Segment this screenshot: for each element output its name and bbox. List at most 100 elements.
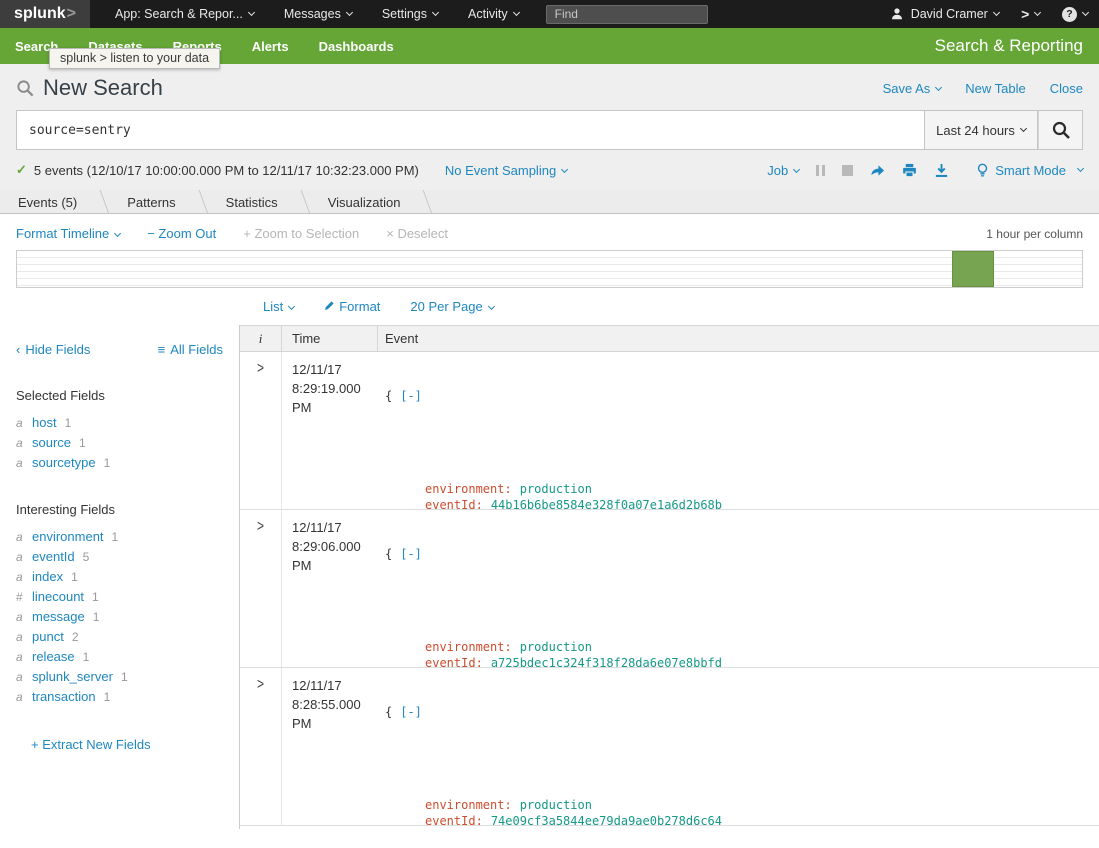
all-fields-button[interactable]: ≡All Fields xyxy=(158,342,223,357)
field-name-link[interactable]: source xyxy=(32,433,71,453)
app-nav-item[interactable]: Dashboards xyxy=(304,28,409,64)
expand-event-icon[interactable]: > xyxy=(257,360,264,376)
top-menu-item[interactable]: Activity xyxy=(453,0,534,28)
expand-event-icon[interactable]: > xyxy=(257,676,264,692)
collapse-json-link[interactable]: [-] xyxy=(400,389,422,403)
field-count: 1 xyxy=(71,567,78,587)
fields-group-title: Interesting Fields xyxy=(16,500,223,520)
interesting-fields-group: Interesting Fields a environment 1 a eve… xyxy=(16,500,223,707)
result-tab[interactable]: Events (5) xyxy=(0,190,109,214)
field-name-link[interactable]: linecount xyxy=(32,587,84,607)
zoom-to-selection-button[interactable]: + Zoom to Selection xyxy=(243,226,359,241)
pencil-icon xyxy=(324,300,335,311)
format-results-menu[interactable]: Format xyxy=(324,299,380,314)
result-tab[interactable]: Statistics xyxy=(208,190,310,214)
user-menu[interactable]: David Cramer xyxy=(879,0,1010,28)
event-cell: {[-] environmentproductioneventId44b16b6… xyxy=(378,352,1099,509)
list-view-menu[interactable]: List xyxy=(263,299,294,314)
stop-job-icon[interactable] xyxy=(842,165,853,176)
hide-fields-button[interactable]: ‹Hide Fields xyxy=(16,342,90,357)
time-range-picker[interactable]: Last 24 hours xyxy=(925,110,1038,150)
field-name-link[interactable]: punct xyxy=(32,627,64,647)
pause-job-icon[interactable] xyxy=(816,165,825,176)
field-name-link[interactable]: transaction xyxy=(32,687,96,707)
field-item: a environment 1 xyxy=(16,527,223,547)
person-icon xyxy=(890,7,904,21)
chevron-down-icon xyxy=(488,303,495,310)
field-name-link[interactable]: sourcetype xyxy=(32,453,96,473)
field-count: 1 xyxy=(121,667,128,687)
per-page-menu[interactable]: 20 Per Page xyxy=(410,299,493,314)
field-type-icon: a xyxy=(16,547,32,567)
field-name-link[interactable]: index xyxy=(32,567,63,587)
new-table-button[interactable]: New Table xyxy=(965,81,1025,96)
field-type-icon: a xyxy=(16,607,32,627)
field-type-icon: a xyxy=(16,687,32,707)
share-icon[interactable] xyxy=(870,163,885,178)
result-tabs: Events (5)PatternsStatisticsVisualizatio… xyxy=(0,190,1099,214)
top-menu-item[interactable]: Settings xyxy=(367,0,453,28)
field-count: 1 xyxy=(112,527,119,547)
chevron-down-icon xyxy=(935,84,942,91)
result-tab[interactable]: Visualization xyxy=(310,190,433,214)
print-icon[interactable] xyxy=(902,163,917,178)
field-name-link[interactable]: host xyxy=(32,413,57,433)
run-search-button[interactable] xyxy=(1038,110,1083,150)
event-time: 12/11/17 8:29:06.000 PM xyxy=(282,510,378,667)
save-as-button[interactable]: Save As xyxy=(883,81,942,96)
help-menu[interactable]: ? xyxy=(1051,0,1099,28)
app-nav-item[interactable]: Alerts xyxy=(237,28,304,64)
field-item: # linecount 1 xyxy=(16,587,223,607)
timeline-histogram[interactable] xyxy=(16,250,1083,288)
help-icon: ? xyxy=(1062,7,1077,22)
events-table-body: > 12/11/17 8:29:19.000 PM {[-] environme… xyxy=(240,352,1099,826)
find-input[interactable] xyxy=(546,5,708,24)
splunk-logo-text: splunk xyxy=(14,5,66,23)
collapse-json-link[interactable]: [-] xyxy=(400,547,422,561)
field-count: 5 xyxy=(83,547,90,567)
close-button[interactable]: Close xyxy=(1050,81,1083,96)
field-name-link[interactable]: environment xyxy=(32,527,104,547)
event-timestamp: 8:28:55.000 PM xyxy=(292,695,378,733)
events-pane: List Format 20 Per Page i Time Event > 1… xyxy=(240,288,1099,829)
top-menu-item[interactable]: App: Search & Repor... xyxy=(100,0,269,28)
timeline-scale-label: 1 hour per column xyxy=(986,227,1083,241)
field-type-icon: # xyxy=(16,587,32,607)
event-row: > 12/11/17 8:28:55.000 PM {[-] environme… xyxy=(240,668,1099,826)
field-name-link[interactable]: eventId xyxy=(32,547,75,567)
field-type-icon: a xyxy=(16,567,32,587)
event-sampling-menu[interactable]: No Event Sampling xyxy=(445,163,567,178)
format-timeline-menu[interactable]: Format Timeline xyxy=(16,226,120,241)
json-pair: environmentproduction xyxy=(385,640,1099,656)
collapse-json-link[interactable]: [-] xyxy=(400,705,422,719)
timeline-bar[interactable] xyxy=(952,251,994,287)
search-mode-menu[interactable]: Smart Mode xyxy=(976,163,1083,178)
extract-new-fields-link[interactable]: + Extract New Fields xyxy=(16,737,223,752)
chevron-left-icon: ‹ xyxy=(16,342,20,357)
zoom-out-button[interactable]: − Zoom Out xyxy=(147,226,216,241)
result-tab[interactable]: Patterns xyxy=(109,190,207,214)
field-name-link[interactable]: message xyxy=(32,607,85,627)
field-type-icon: a xyxy=(16,433,32,453)
field-type-icon: a xyxy=(16,527,32,547)
top-menus: App: Search & Repor...MessagesSettingsAc… xyxy=(100,0,534,28)
events-table-header: i Time Event xyxy=(240,325,1099,352)
splunk-logo[interactable]: splunk> xyxy=(0,0,90,28)
field-count: 2 xyxy=(72,627,79,647)
minus-icon: − xyxy=(147,226,155,241)
field-name-link[interactable]: splunk_server xyxy=(32,667,113,687)
field-name-link[interactable]: release xyxy=(32,647,75,667)
json-pair: eventId74e09cf3a5844ee79da9ae0b278d6c64 xyxy=(385,814,1099,827)
deselect-button[interactable]: × Deselect xyxy=(386,226,448,241)
search-query-input[interactable] xyxy=(16,110,925,150)
splunk-apps-menu[interactable]: > xyxy=(1010,0,1051,28)
chevron-down-icon xyxy=(346,9,353,16)
top-menu-item[interactable]: Messages xyxy=(269,0,367,28)
chevron-down-icon xyxy=(288,303,295,310)
list-icon: ≡ xyxy=(158,342,166,357)
expand-event-icon[interactable]: > xyxy=(257,518,264,534)
export-icon[interactable] xyxy=(934,163,949,178)
info-column-header: i xyxy=(240,326,282,351)
field-count: 1 xyxy=(93,607,100,627)
job-menu[interactable]: Job xyxy=(767,163,799,178)
